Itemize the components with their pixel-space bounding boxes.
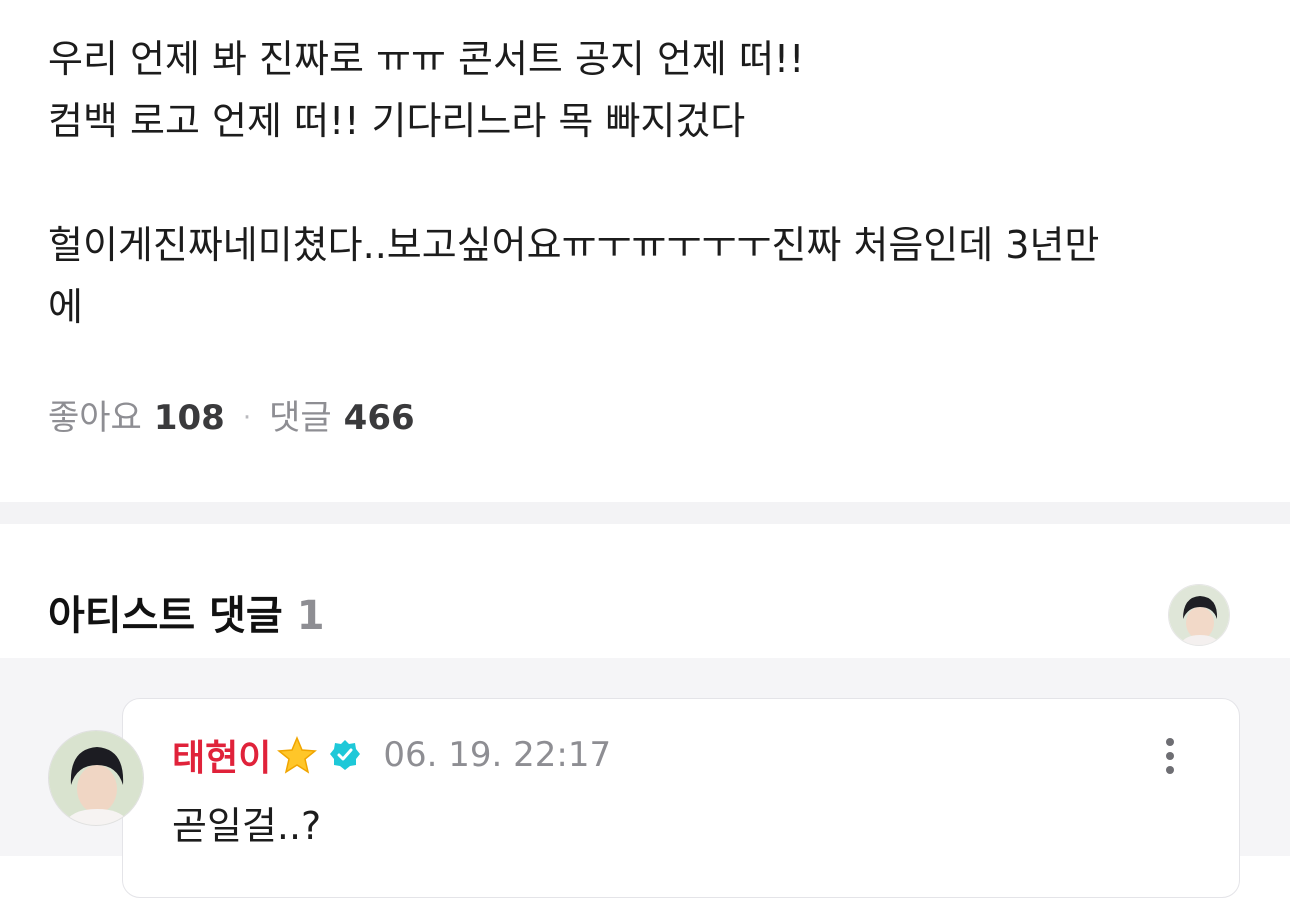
author-avatar-icon	[49, 731, 143, 825]
artist-avatar[interactable]	[1168, 584, 1230, 646]
star-icon	[277, 736, 318, 774]
post-line: 우리 언제 봐 진짜로 ㅠㅠ 콘서트 공지 언제 떠!!	[48, 37, 805, 81]
artist-comments-header: 아티스트 댓글 1	[48, 588, 325, 644]
likes-label[interactable]: 좋아요	[48, 394, 142, 442]
post-stats: 좋아요 108 · 댓글 466	[48, 394, 415, 442]
comment-author-avatar[interactable]	[48, 730, 144, 826]
comment-header: 태현이 06. 19. 22:17	[172, 730, 611, 780]
comment-timestamp: 06. 19. 22:17	[383, 735, 612, 775]
post-body: 우리 언제 봐 진짜로 ㅠㅠ 콘서트 공지 언제 떠!! 컴백 로고 언제 떠!…	[48, 28, 1248, 338]
artist-avatar-icon	[1169, 585, 1229, 645]
artist-comments-title: 아티스트 댓글	[48, 593, 283, 639]
section-divider	[0, 502, 1290, 524]
post-line: 헐이게진짜네미쳤다..보고싶어요ㅠㅜㅠㅜㅜㅜ진짜 처음인데 3년만	[48, 223, 1100, 267]
more-vertical-icon[interactable]	[1156, 734, 1184, 778]
likes-count[interactable]: 108	[154, 394, 225, 442]
comments-label[interactable]: 댓글	[269, 394, 332, 442]
post-line: 에	[48, 285, 83, 329]
comment-text: 곧일걸..?	[172, 804, 322, 848]
artist-comment-card[interactable]	[122, 698, 1240, 898]
verified-check-icon	[330, 740, 361, 770]
artist-comments-count: 1	[296, 593, 325, 639]
comments-count[interactable]: 466	[344, 394, 415, 442]
post-line: 컴백 로고 언제 떠!! 기다리느라 목 빠지겄다	[48, 99, 746, 143]
stats-separator: ·	[242, 403, 252, 433]
comment-author-name[interactable]: 태현이	[172, 729, 271, 781]
